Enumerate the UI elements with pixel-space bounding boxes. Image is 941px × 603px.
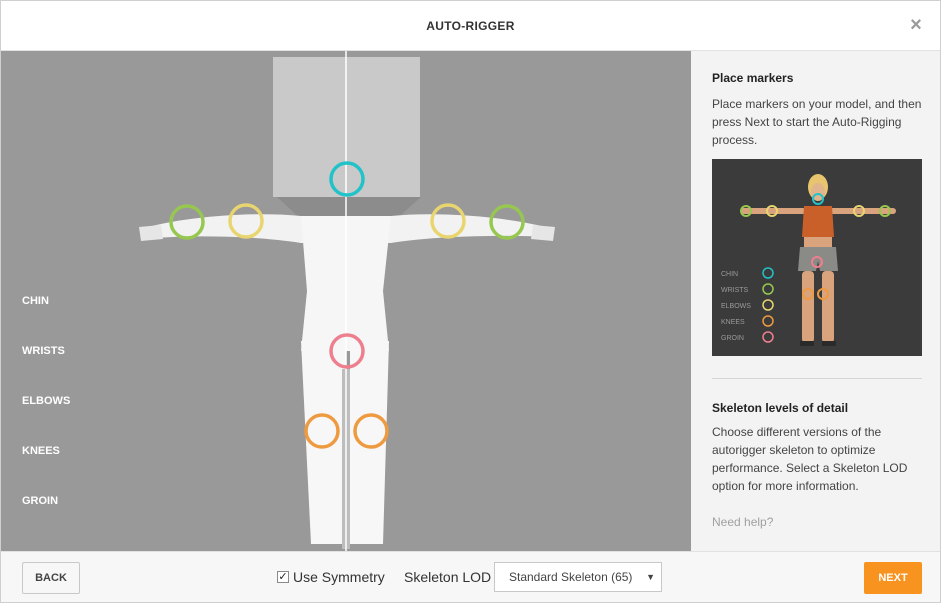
dialog-header: AUTO-RIGGER × [1, 1, 940, 51]
place-markers-text: Place markers on your model, and then pr… [712, 97, 922, 147]
marker-label-chin[interactable]: CHIN [22, 295, 49, 307]
marker-label-groin[interactable]: GROIN [22, 495, 58, 507]
chevron-down-icon: ▼ [646, 572, 655, 582]
next-button[interactable]: NEXT [864, 562, 922, 594]
lod-text: Choose different versions of the autorig… [712, 425, 908, 493]
ref-legend-wrists: WRISTS [721, 287, 749, 294]
place-markers-title: Place markers [712, 71, 794, 85]
lod-title: Skeleton levels of detail [712, 401, 849, 415]
instructions-panel: Place markers Place markers on your mode… [691, 51, 940, 551]
panel-divider [712, 378, 922, 379]
symmetry-checkbox[interactable]: ✓ [277, 571, 289, 583]
skeleton-lod-value: Standard Skeleton (65) [509, 570, 633, 584]
auto-rigger-dialog: AUTO-RIGGER × CHIN WRISTS ELBOWS KNEES G… [0, 0, 941, 603]
model-canvas[interactable] [1, 51, 691, 551]
ref-legend-knees: KNEES [721, 319, 745, 326]
marker-label-wrists[interactable]: WRISTS [22, 345, 65, 357]
left-leg [301, 341, 346, 544]
model-viewport[interactable]: CHIN WRISTS ELBOWS KNEES GROIN [1, 51, 691, 551]
ref-legend-groin: GROIN [721, 335, 744, 342]
skeleton-lod-select[interactable]: Standard Skeleton (65) ▼ [494, 562, 662, 592]
dialog-title: AUTO-RIGGER [426, 19, 515, 33]
ref-legend-chin: CHIN [721, 271, 738, 278]
need-help-link[interactable]: Need help? [712, 515, 773, 529]
reference-image: CHIN WRISTS ELBOWS KNEES GROIN [712, 159, 922, 356]
ref-legend-elbows: ELBOWS [721, 303, 751, 310]
left-hand [139, 225, 163, 241]
skeleton-lod-label: Skeleton LOD [404, 569, 492, 585]
marker-label-elbows[interactable]: ELBOWS [22, 395, 70, 407]
use-symmetry-label: Use Symmetry [293, 569, 385, 585]
marker-label-knees[interactable]: KNEES [22, 445, 60, 457]
close-icon[interactable]: × [906, 15, 926, 35]
back-button[interactable]: BACK [22, 562, 80, 594]
reference-figure: CHIN WRISTS ELBOWS KNEES GROIN [712, 159, 922, 356]
dialog-footer: BACK ✓ Use Symmetry Skeleton LOD Standar… [1, 551, 940, 602]
use-symmetry-toggle[interactable]: ✓ Use Symmetry [277, 569, 385, 585]
right-hand [531, 225, 555, 241]
